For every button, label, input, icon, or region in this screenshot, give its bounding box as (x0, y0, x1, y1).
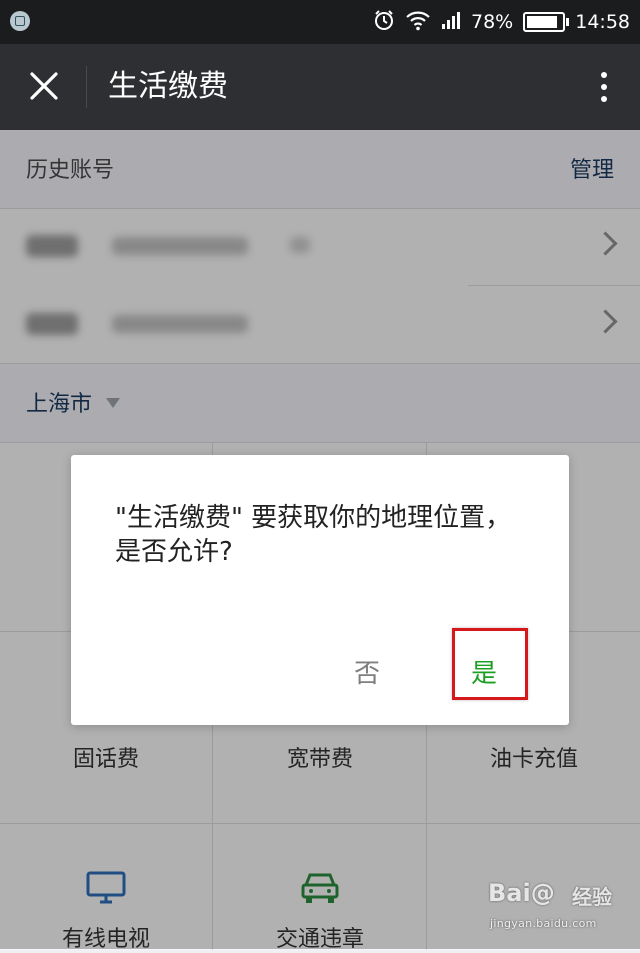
dialog-message: "生活缴费" 要获取你的地理位置，是否允许? (115, 503, 512, 567)
wifi-icon (405, 9, 431, 36)
more-dot (601, 84, 607, 90)
clock: 14:58 (575, 11, 630, 33)
battery-icon (523, 12, 570, 32)
alarm-icon (373, 9, 395, 36)
watermark-logo: Bai@ (488, 879, 555, 907)
app-bar: 生活缴费 (0, 44, 640, 130)
more-dot (601, 72, 607, 78)
deny-button[interactable]: 否 (354, 653, 380, 690)
watermark-text: 经验 (572, 885, 612, 909)
page-title: 生活缴费 (108, 69, 228, 104)
battery-percent: 78% (471, 11, 514, 33)
annotation-highlight-box (452, 628, 528, 700)
close-icon (30, 72, 58, 100)
watermark-url: jingyan.baidu.com (490, 917, 597, 930)
signal-icon (441, 10, 461, 35)
more-dot (601, 96, 607, 102)
app-bar-divider (86, 66, 87, 108)
close-button[interactable] (22, 64, 66, 108)
baidu-jingyan-watermark: Bai@ 经验 jingyan.baidu.com (486, 869, 632, 945)
more-menu-button[interactable] (594, 66, 614, 108)
screenshot-notification-icon (10, 11, 30, 31)
status-bar: 78% 14:58 (0, 0, 640, 44)
status-icons: 78% 14:58 (373, 8, 630, 36)
